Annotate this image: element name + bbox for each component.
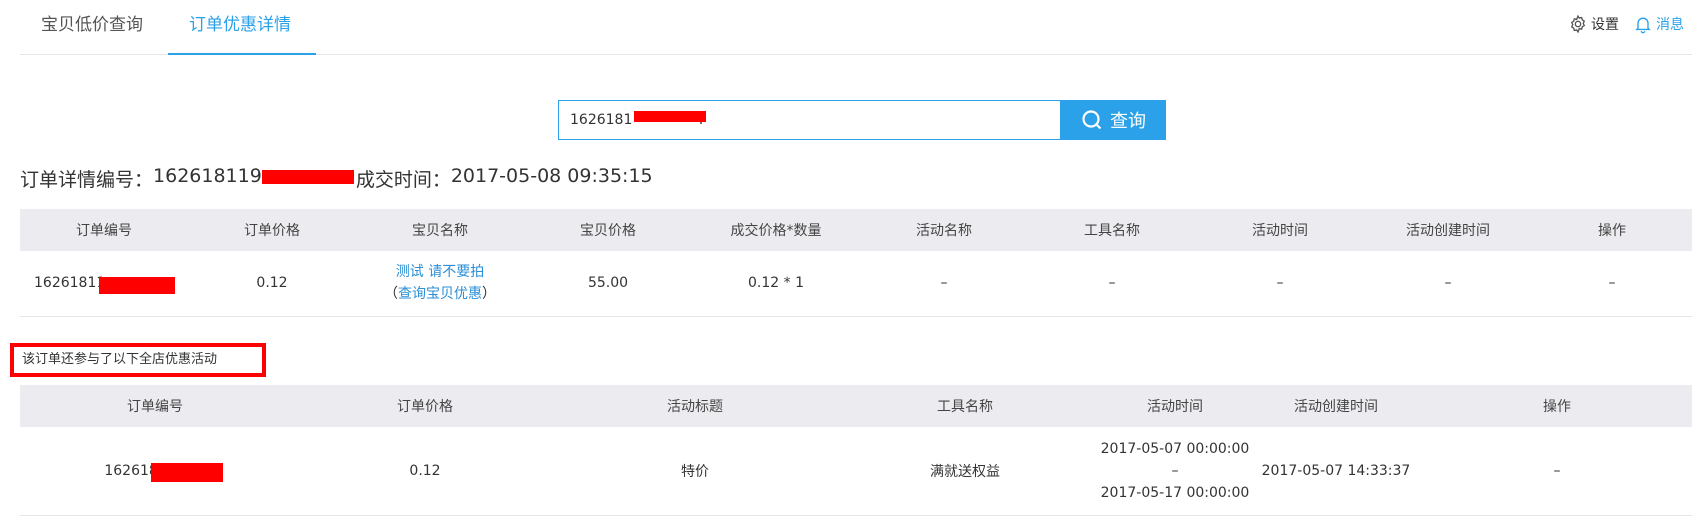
column-header: 订单价格 xyxy=(290,385,560,427)
action-cell: – xyxy=(1532,251,1692,317)
item-name-link[interactable]: 测试 请不要拍 xyxy=(356,261,524,283)
messages-link[interactable]: 消息 xyxy=(1633,14,1684,34)
order-time-value: 2017-05-08 09:35:15 xyxy=(450,165,653,187)
activity-time-cell: 2017-05-07 00:00:00 – 2017-05-17 00:00:0… xyxy=(1100,427,1250,516)
paren-close: ） xyxy=(482,286,496,303)
tab-order-discount-detail[interactable]: 订单优惠详情 xyxy=(168,0,316,55)
column-header: 活动时间 xyxy=(1196,209,1364,251)
order-detail-table: 订单编号 订单价格 宝贝名称 宝贝价格 成交价格*数量 活动名称 工具名称 活动… xyxy=(20,209,1692,317)
settings-label: 设置 xyxy=(1591,17,1619,33)
tab-low-price-query[interactable]: 宝贝低价查询 xyxy=(20,0,167,55)
column-header: 工具名称 xyxy=(1028,209,1196,251)
column-header: 操作 xyxy=(1422,385,1692,427)
gear-icon xyxy=(1570,14,1586,34)
column-header: 活动创建时间 xyxy=(1250,385,1422,427)
settings-link[interactable]: 设置 xyxy=(1568,14,1619,34)
column-header: 活动时间 xyxy=(1100,385,1250,427)
redaction-mark xyxy=(634,111,706,122)
activity-time-cell: – xyxy=(1196,251,1364,317)
column-header: 操作 xyxy=(1532,209,1692,251)
search-button-label: 查询 xyxy=(1110,111,1146,132)
item-name-cell: 测试 请不要拍 （查询宝贝优惠） xyxy=(356,251,524,317)
top-tab-bar: 宝贝低价查询 订单优惠详情 设置 消息 xyxy=(20,0,1692,55)
order-time-label: 成交时间： xyxy=(355,169,451,191)
item-price-cell: 55.00 xyxy=(524,251,692,317)
activity-name-cell: – xyxy=(860,251,1028,317)
column-header: 宝贝价格 xyxy=(524,209,692,251)
column-header: 宝贝名称 xyxy=(356,209,524,251)
action-cell: – xyxy=(1422,427,1692,516)
redaction-mark xyxy=(262,170,354,184)
order-heading-number: 162618119 xyxy=(153,165,262,187)
search-icon xyxy=(1082,110,1102,130)
activity-time-start: 2017-05-07 00:00:00 xyxy=(1100,440,1250,457)
paren-open: （ xyxy=(384,286,398,303)
activity-time-separator: – xyxy=(1171,462,1179,479)
messages-label: 消息 xyxy=(1656,17,1684,33)
shop-promotion-table: 订单编号 订单价格 活动标题 工具名称 活动时间 活动创建时间 操作 16261… xyxy=(20,385,1692,516)
column-header: 成交价格*数量 xyxy=(692,209,860,251)
item-discount-query: （查询宝贝优惠） xyxy=(356,283,524,305)
activity-title-cell: 特价 xyxy=(560,427,830,516)
activity-time-end: 2017-05-17 00:00:00 xyxy=(1100,484,1250,501)
table-header-row: 订单编号 订单价格 宝贝名称 宝贝价格 成交价格*数量 活动名称 工具名称 活动… xyxy=(20,209,1692,251)
order-price-cell: 0.12 xyxy=(188,251,356,317)
column-header: 订单编号 xyxy=(20,385,290,427)
order-heading-prefix: 订单详情编号： xyxy=(20,169,154,191)
activity-created-cell: – xyxy=(1364,251,1532,317)
order-price-cell: 0.12 xyxy=(290,427,560,516)
column-header: 活动名称 xyxy=(860,209,1028,251)
redaction-mark xyxy=(151,463,223,482)
column-header: 订单价格 xyxy=(188,209,356,251)
table-header-row: 订单编号 订单价格 活动标题 工具名称 活动时间 活动创建时间 操作 xyxy=(20,385,1692,427)
top-actions: 设置 消息 xyxy=(1568,14,1684,34)
query-item-discount-link[interactable]: 查询宝贝优惠 xyxy=(398,286,482,302)
table-row: 16261811 0.12 测试 请不要拍 （查询宝贝优惠） 55.00 0.1… xyxy=(20,251,1692,317)
deal-price-quantity-cell: 0.12 * 1 xyxy=(692,251,860,317)
activity-created-cell: 2017-05-07 14:33:37 xyxy=(1250,427,1422,516)
search-button[interactable]: 查询 xyxy=(1060,100,1166,140)
redaction-mark xyxy=(99,277,175,294)
table-row: 16261811 0.12 特价 满就送权益 2017-05-07 00:00:… xyxy=(20,427,1692,516)
column-header: 活动创建时间 xyxy=(1364,209,1532,251)
search-value: 1626181 xyxy=(570,112,633,128)
column-header: 工具名称 xyxy=(830,385,1100,427)
tool-name-cell: 满就送权益 xyxy=(830,427,1100,516)
column-header: 活动标题 xyxy=(560,385,830,427)
tool-name-cell: – xyxy=(1028,251,1196,317)
bell-icon xyxy=(1635,17,1651,34)
column-header: 订单编号 xyxy=(20,209,188,251)
shop-wide-promo-notice: 该订单还参与了以下全店优惠活动 xyxy=(10,343,266,377)
